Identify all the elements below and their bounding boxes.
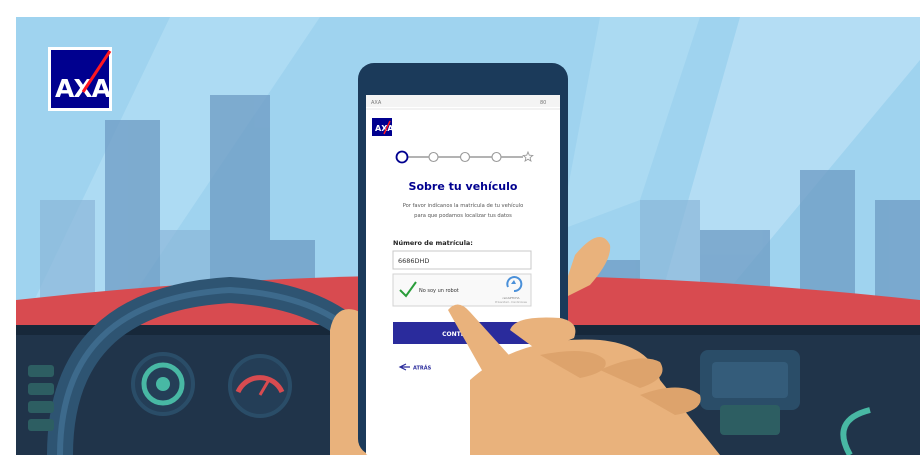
step-circle [459,151,471,163]
page-subtitle-line1: Por favor indícanos la matrícula de tu v… [403,202,524,209]
captcha-brand: reCAPTCHA [502,296,520,300]
axa-logo-text: AXA [55,74,112,103]
back-link-label: ATRÁS [413,365,432,372]
recaptcha-widget[interactable]: No soy un robot reCAPTCHA Privacidad - C… [392,273,532,307]
license-plate-value: 6686DHD [398,257,429,265]
captcha-links: Privacidad - Condiciones [495,300,527,304]
status-battery: 80 [540,100,546,106]
axa-logo: AXA [48,47,113,111]
app-logo: AXA [372,118,394,136]
step-circle [491,151,502,163]
page-subtitle-line2: para que podamos localizar tus datos [414,213,512,219]
speedometer-gauge [131,352,195,416]
status-carrier: AXA [371,100,382,106]
video-frame: AXA 80 AXA Sobre tu vehículo Por favor i… [0,0,920,455]
page-title: Sobre tu vehículo [409,180,518,193]
captcha-label: No soy un robot [419,288,459,294]
license-plate-input[interactable]: 6686DHD [392,250,532,270]
step-circle [395,150,409,164]
step-circle [428,151,439,163]
rpm-gauge [228,354,292,418]
status-bar [366,95,560,107]
license-plate-label: Número de matrícula: [393,239,473,247]
